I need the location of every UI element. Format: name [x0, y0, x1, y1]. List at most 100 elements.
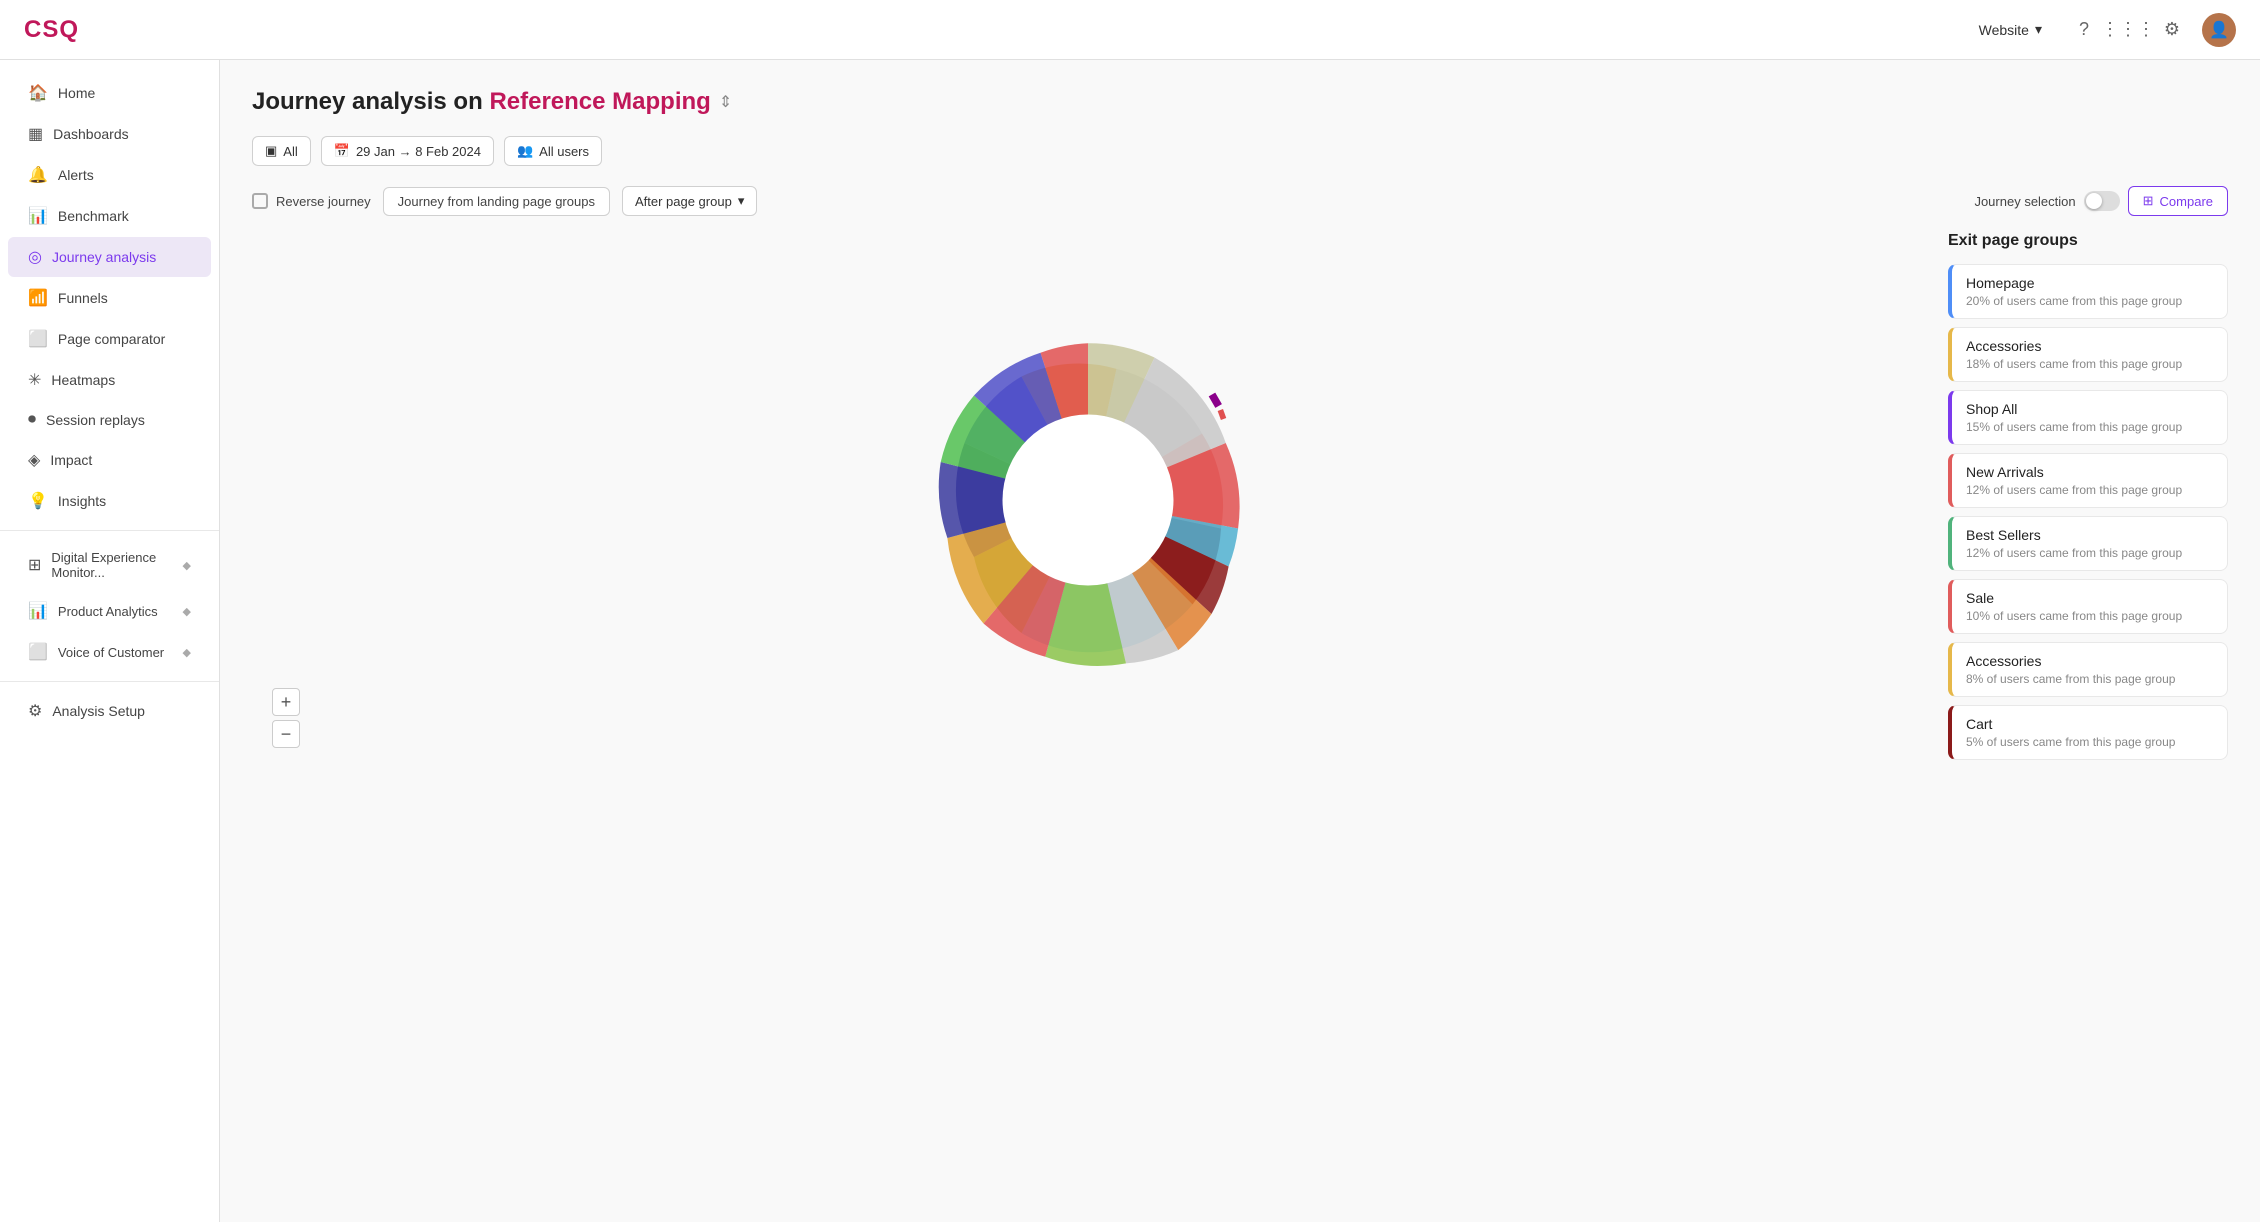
sidebar-tertiary: ⚙ Analysis Setup: [0, 690, 219, 732]
users-filter-btn[interactable]: 👥 All users: [504, 136, 602, 166]
exit-item[interactable]: Best Sellers 12% of users came from this…: [1948, 516, 2228, 571]
avatar[interactable]: 👤: [2202, 13, 2236, 47]
calendar-icon: 📅: [334, 143, 350, 159]
sidebar-label-analysis-setup: Analysis Setup: [52, 703, 145, 719]
exit-item[interactable]: Shop All 15% of users came from this pag…: [1948, 390, 2228, 445]
users-icon: 👥: [517, 143, 533, 159]
compare-button[interactable]: ⊞ Compare: [2128, 186, 2228, 216]
sidebar-item-voice-of-customer[interactable]: ⬜ Voice of Customer ◆: [8, 632, 211, 672]
chart-container: + −: [252, 232, 1924, 768]
sidebar-badge-voice-of-customer: ◆: [183, 646, 191, 659]
sidebar-label-voice-of-customer: Voice of Customer: [58, 645, 164, 660]
from-landing-btn[interactable]: Journey from landing page groups: [383, 187, 610, 216]
sidebar-icon-page-comparator: ⬜: [28, 329, 48, 349]
sidebar-item-home[interactable]: 🏠 Home: [8, 73, 211, 113]
sidebar-item-impact[interactable]: ◈ Impact: [8, 440, 211, 480]
sidebar-item-heatmaps[interactable]: ✳ Heatmaps: [8, 360, 211, 400]
sidebar-icon-heatmaps: ✳: [28, 370, 41, 390]
topnav-right: Website ▾ ? ⋮⋮⋮ ⚙ 👤: [1967, 13, 2236, 47]
topnav: CSQ Website ▾ ? ⋮⋮⋮ ⚙ 👤: [0, 0, 2260, 60]
exit-item-desc: 5% of users came from this page group: [1966, 735, 2213, 749]
reference-label: Reference Mapping: [489, 88, 710, 115]
sidebar-label-dashboards: Dashboards: [53, 126, 129, 142]
exit-item[interactable]: New Arrivals 12% of users came from this…: [1948, 453, 2228, 508]
grid-icon[interactable]: ⋮⋮⋮: [2114, 16, 2142, 44]
sidebar-item-journey-analysis[interactable]: ◎ Journey analysis: [8, 237, 211, 277]
website-label: Website: [1979, 22, 2029, 38]
date-filter-btn[interactable]: 📅 29 Jan → 8 Feb 2024: [321, 136, 494, 166]
exit-item[interactable]: Accessories 18% of users came from this …: [1948, 327, 2228, 382]
after-page-group-btn[interactable]: After page group ▾: [622, 186, 757, 216]
exit-item-name: New Arrivals: [1966, 464, 2213, 480]
exit-item[interactable]: Homepage 20% of users came from this pag…: [1948, 264, 2228, 319]
exit-item[interactable]: Accessories 8% of users came from this p…: [1948, 642, 2228, 697]
sidebar-divider: [0, 530, 219, 531]
exit-item[interactable]: Sale 10% of users came from this page gr…: [1948, 579, 2228, 634]
reverse-journey-checkbox[interactable]: [252, 193, 268, 209]
sidebar-label-benchmark: Benchmark: [58, 208, 129, 224]
settings-icon[interactable]: ⚙: [2158, 16, 2186, 44]
exit-items-container: Homepage 20% of users came from this pag…: [1948, 264, 2228, 760]
sidebar: 🏠 Home ▦ Dashboards 🔔 Alerts 📊 Benchmark…: [0, 60, 220, 1222]
toggle-knob: [2086, 193, 2102, 209]
sidebar-item-funnels[interactable]: 📶 Funnels: [8, 278, 211, 318]
app-body: 🏠 Home ▦ Dashboards 🔔 Alerts 📊 Benchmark…: [0, 60, 2260, 1222]
sidebar-item-dashboards[interactable]: ▦ Dashboards: [8, 114, 211, 154]
exit-item-name: Accessories: [1966, 338, 2213, 354]
exit-panel: Exit page groups Homepage 20% of users c…: [1948, 232, 2228, 768]
journey-selection-toggle[interactable]: [2084, 191, 2120, 211]
sidebar-icon-analysis-setup: ⚙: [28, 701, 42, 721]
exit-item-name: Homepage: [1966, 275, 2213, 291]
sidebar-item-digital-experience[interactable]: ⊞ Digital Experience Monitor... ◆: [8, 540, 211, 590]
sidebar-icon-impact: ◈: [28, 450, 40, 470]
sidebar-badge-digital-experience: ◆: [183, 559, 191, 572]
page-title: Journey analysis on Reference Mapping: [252, 88, 711, 116]
filter-bar: ▣ All 📅 29 Jan → 8 Feb 2024 👥 All users: [252, 136, 2228, 166]
sidebar-label-page-comparator: Page comparator: [58, 331, 165, 347]
sidebar-label-home: Home: [58, 85, 95, 101]
exit-item-desc: 10% of users came from this page group: [1966, 609, 2213, 623]
sidebar-item-analysis-setup[interactable]: ⚙ Analysis Setup: [8, 691, 211, 731]
sidebar-icon-session-replays: ⏺: [28, 411, 36, 429]
sidebar-item-benchmark[interactable]: 📊 Benchmark: [8, 196, 211, 236]
page-header: Journey analysis on Reference Mapping ⇕: [252, 88, 2228, 116]
reverse-journey-label: Reverse journey: [276, 194, 371, 209]
page-title-chevron[interactable]: ⇕: [719, 92, 732, 112]
exit-item-name: Best Sellers: [1966, 527, 2213, 543]
main-content: Journey analysis on Reference Mapping ⇕ …: [220, 60, 2260, 1222]
all-filter-btn[interactable]: ▣ All: [252, 136, 311, 166]
sidebar-icon-journey-analysis: ◎: [28, 247, 42, 267]
zoom-out-button[interactable]: −: [272, 720, 300, 748]
sidebar-item-alerts[interactable]: 🔔 Alerts: [8, 155, 211, 195]
journey-controls: Reverse journey Journey from landing pag…: [252, 186, 2228, 216]
sidebar-label-impact: Impact: [50, 452, 92, 468]
sidebar-label-journey-analysis: Journey analysis: [52, 249, 156, 265]
reverse-journey: Reverse journey: [252, 193, 371, 209]
journey-selection: Journey selection ⊞ Compare: [1974, 186, 2228, 216]
exit-item-name: Cart: [1966, 716, 2213, 732]
sidebar-item-session-replays[interactable]: ⏺ Session replays: [8, 401, 211, 439]
exit-item[interactable]: Cart 5% of users came from this page gro…: [1948, 705, 2228, 760]
journey-selection-label: Journey selection: [1974, 194, 2075, 209]
sidebar-item-page-comparator[interactable]: ⬜ Page comparator: [8, 319, 211, 359]
sidebar-icon-alerts: 🔔: [28, 165, 48, 185]
sidebar-icon-voice-of-customer: ⬜: [28, 642, 48, 662]
sidebar-icon-funnels: 📶: [28, 288, 48, 308]
sidebar-item-insights[interactable]: 💡 Insights: [8, 481, 211, 521]
exit-panel-title: Exit page groups: [1948, 232, 2228, 250]
exit-item-name: Sale: [1966, 590, 2213, 606]
date-label: 29 Jan → 8 Feb 2024: [356, 144, 481, 159]
sidebar-label-product-analytics: Product Analytics: [58, 604, 158, 619]
sidebar-icon-insights: 💡: [28, 491, 48, 511]
website-selector[interactable]: Website ▾: [1967, 15, 2054, 44]
exit-item-desc: 18% of users came from this page group: [1966, 357, 2213, 371]
all-label: All: [283, 144, 297, 159]
sidebar-label-insights: Insights: [58, 493, 106, 509]
exit-item-desc: 15% of users came from this page group: [1966, 420, 2213, 434]
zoom-in-button[interactable]: +: [272, 688, 300, 716]
sidebar-item-product-analytics[interactable]: 📊 Product Analytics ◆: [8, 591, 211, 631]
sidebar-icon-dashboards: ▦: [28, 124, 43, 144]
users-label: All users: [539, 144, 589, 159]
sidebar-secondary: ⊞ Digital Experience Monitor... ◆ 📊 Prod…: [0, 539, 219, 673]
help-icon[interactable]: ?: [2070, 16, 2098, 44]
